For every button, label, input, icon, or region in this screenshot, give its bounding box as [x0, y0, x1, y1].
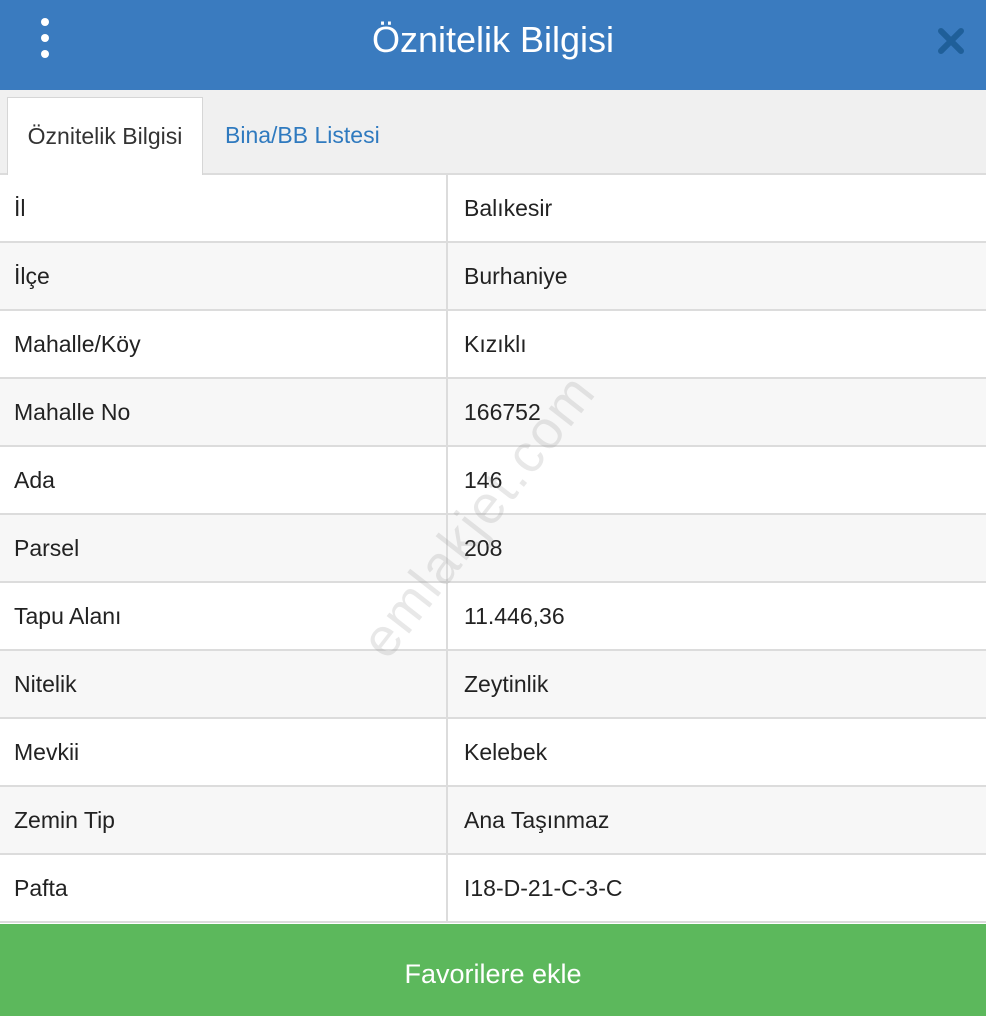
attribute-label: Mevkii: [0, 719, 448, 785]
tab-building-list[interactable]: Bina/BB Listesi: [225, 97, 380, 175]
table-row: Pafta I18-D-21-C-3-C: [0, 855, 986, 923]
table-row: Mahalle No 166752: [0, 379, 986, 447]
attribute-value: Zeytinlik: [464, 671, 549, 697]
attribute-label: Zemin Tip: [0, 787, 448, 853]
attribute-value: Burhaniye: [464, 263, 568, 289]
attribute-value: Kelebek: [464, 739, 548, 765]
tab-attribute-info[interactable]: Öznitelik Bilgisi: [7, 97, 203, 177]
attribute-value: Balıkesir: [464, 195, 553, 221]
attribute-label: Ada: [0, 447, 448, 513]
attribute-label: İl: [0, 175, 448, 241]
close-icon[interactable]: [930, 20, 972, 62]
attribute-label: Mahalle/Köy: [0, 311, 448, 377]
attribute-label: Nitelik: [0, 651, 448, 717]
attribute-label: Mahalle No: [0, 379, 448, 445]
attribute-value: Kızıklı: [464, 331, 527, 357]
table-row: Mevkii Kelebek: [0, 719, 986, 787]
table-row: İl Balıkesir: [0, 175, 986, 243]
table-row: Ada 146: [0, 447, 986, 515]
attribute-label: İlçe: [0, 243, 448, 309]
tab-bar: Öznitelik Bilgisi Bina/BB Listesi: [0, 90, 986, 177]
table-row: İlçe Burhaniye: [0, 243, 986, 311]
attribute-value: 146: [464, 467, 503, 493]
attribute-value: I18-D-21-C-3-C: [464, 875, 623, 901]
table-row: Parsel 208: [0, 515, 986, 583]
attribute-table: İl Balıkesir İlçe Burhaniye Mahalle/Köy …: [0, 175, 986, 923]
dialog-header: Öznitelik Bilgisi: [0, 0, 986, 90]
table-row: Tapu Alanı 11.446,36: [0, 583, 986, 651]
attribute-value: 166752: [464, 399, 541, 425]
table-row: Nitelik Zeytinlik: [0, 651, 986, 719]
attribute-value: Ana Taşınmaz: [464, 807, 610, 833]
attribute-label: Parsel: [0, 515, 448, 581]
attribute-value: 11.446,36: [464, 603, 565, 629]
add-to-favorites-button[interactable]: Favorilere ekle: [0, 924, 986, 1016]
attribute-label: Tapu Alanı: [0, 583, 448, 649]
dialog-title: Öznitelik Bilgisi: [371, 19, 615, 60]
table-row: Zemin Tip Ana Taşınmaz: [0, 787, 986, 855]
attribute-label: Pafta: [0, 855, 448, 921]
table-row: Mahalle/Köy Kızıklı: [0, 311, 986, 379]
attribute-value: 208: [464, 535, 503, 561]
